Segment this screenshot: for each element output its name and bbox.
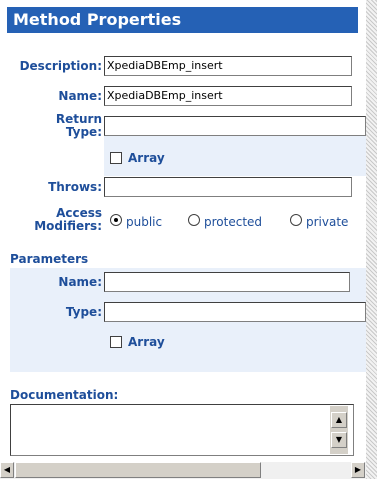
scroll-down-icon[interactable]: ▼ <box>331 432 347 448</box>
param-array-label: Array <box>128 335 165 349</box>
param-type-label: Type: <box>65 305 102 319</box>
description-field[interactable]: XpediaDBEmp_insert <box>104 56 352 76</box>
public-radio[interactable] <box>110 214 122 226</box>
documentation-label: Documentation: <box>10 388 119 402</box>
name-label: Name: <box>58 89 102 103</box>
scroll-thumb[interactable] <box>15 462 261 478</box>
throws-field[interactable] <box>104 177 352 197</box>
panel-title: Method Properties <box>7 7 358 33</box>
param-type-field[interactable] <box>104 302 366 322</box>
protected-radio[interactable] <box>188 214 200 226</box>
param-name-field[interactable] <box>104 272 350 292</box>
public-label: public <box>126 215 163 229</box>
scroll-up-icon[interactable]: ▲ <box>331 412 347 428</box>
name-field[interactable]: XpediaDBEmp_insert <box>104 86 352 106</box>
return-array-checkbox[interactable] <box>110 152 122 164</box>
private-radio[interactable] <box>290 214 302 226</box>
param-name-label: Name: <box>58 275 102 289</box>
parameters-section-label: Parameters <box>10 252 89 266</box>
param-array-checkbox[interactable] <box>110 336 122 348</box>
private-label: private <box>306 215 349 229</box>
throws-label: Throws: <box>48 180 102 194</box>
protected-label: protected <box>204 215 263 229</box>
radio-selected-dot <box>114 218 118 222</box>
documentation-textarea[interactable] <box>10 404 354 456</box>
access-modifiers-label-2: Modifiers: <box>34 219 102 233</box>
scroll-left-icon[interactable]: ◀ <box>0 462 14 478</box>
description-label: Description: <box>19 59 102 73</box>
return-type-label-2: Type: <box>65 125 102 139</box>
return-type-field[interactable] <box>104 116 366 136</box>
scroll-right-icon[interactable]: ▶ <box>351 462 365 478</box>
panel-edge <box>366 0 377 479</box>
return-array-label: Array <box>128 151 165 165</box>
